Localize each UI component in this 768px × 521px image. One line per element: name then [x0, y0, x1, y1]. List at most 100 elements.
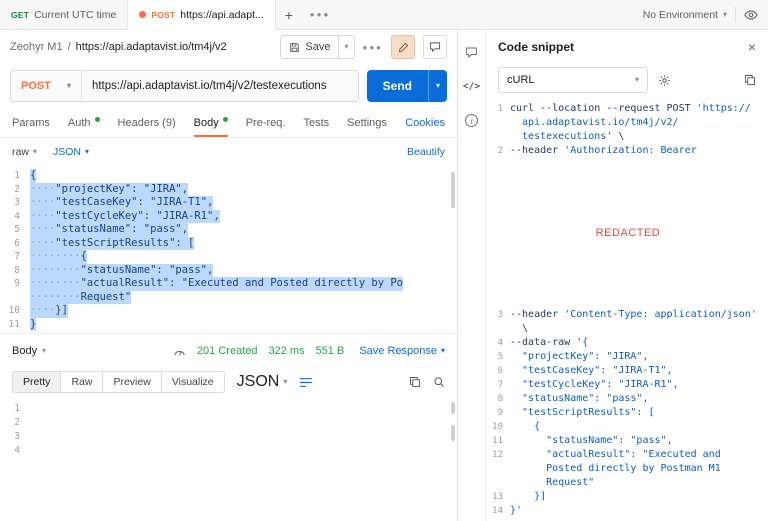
save-button[interactable]: Save ▾ [280, 35, 354, 59]
line-number: 4 [492, 336, 510, 350]
response-time[interactable]: 322 ms [268, 345, 304, 357]
chevron-down-icon: ▾ [436, 82, 440, 90]
response-tab-pretty[interactable]: Pretty [13, 372, 60, 392]
environment-selector[interactable]: No Environment ▾ [643, 9, 727, 21]
response-scrollbar-mark[interactable] [451, 425, 455, 441]
new-tab-button[interactable]: + [276, 0, 302, 29]
body-language-dropdown[interactable]: JSON ▾ [53, 146, 89, 158]
line-number [492, 322, 510, 336]
response-tab-raw[interactable]: Raw [60, 372, 102, 392]
line-number: 8 [492, 392, 510, 406]
beautify-link[interactable]: Beautify [407, 146, 445, 158]
line-text: "statusName": "pass", [510, 434, 673, 448]
line-number: 7 [0, 250, 30, 264]
language-selector[interactable]: cURL ▾ [498, 67, 648, 93]
snippet-settings-gear-icon[interactable] [658, 74, 671, 87]
request-tab-get-utc[interactable]: GET Current UTC time [0, 0, 128, 29]
code-line: testexecutions' \ [492, 130, 764, 144]
wrap-lines-icon[interactable] [299, 377, 313, 388]
response-tab-visualize[interactable]: Visualize [161, 372, 224, 392]
save-response-dropdown[interactable]: Save Response ▾ [359, 345, 445, 357]
info-icon[interactable]: i [465, 114, 478, 127]
code-icon[interactable]: </> [463, 81, 480, 92]
send-button[interactable]: Send ▾ [367, 70, 447, 102]
line-number: 10 [0, 304, 30, 318]
line-text: ····"testCaseKey": "JIRA-T1", [30, 196, 213, 210]
editor-line: 4····"testCycleKey": "JIRA-R1", [0, 210, 457, 224]
cookies-link[interactable]: Cookies [405, 117, 445, 129]
line-text: --header 'Content-Type: application/json… [510, 308, 757, 322]
code-snippet-body[interactable]: 1curl --location --request POST 'https:/… [486, 96, 768, 521]
editor-line: 2····"projectKey": "JIRA", [0, 183, 457, 197]
request-pane: Zeohyr M1 / https://api.adaptavist.io/tm… [0, 30, 458, 521]
response-format-dropdown[interactable]: JSON ▾ [237, 373, 288, 391]
comments-icon[interactable] [465, 46, 478, 59]
response-view-segmented-control: PrettyRawPreviewVisualize [12, 371, 225, 393]
line-text: "testCycleKey": "JIRA-R1", [510, 378, 679, 392]
line-number: 12 [492, 448, 510, 462]
code-line: 8 "statusName": "pass", [492, 392, 764, 406]
response-tab-preview[interactable]: Preview [102, 372, 160, 392]
response-header: Body ▾ 201 Created 322 ms 551 B Save Res… [0, 333, 457, 367]
comments-panel-toggle[interactable] [423, 35, 447, 59]
search-response-icon[interactable] [433, 376, 445, 388]
request-tab-settings[interactable]: Settings [347, 108, 387, 137]
response-lines: 1234 [0, 402, 457, 458]
breadcrumb-row: Zeohyr M1 / https://api.adaptavist.io/tm… [0, 30, 457, 64]
line-number: 13 [492, 490, 510, 504]
line-text: Posted directly by Postman M1 [510, 462, 721, 476]
breadcrumb-collection[interactable]: Zeohyr M1 [10, 41, 63, 53]
url-builder-row: POST ▾ https://api.adaptavist.io/tm4j/v2… [0, 64, 457, 108]
body-toolbar: raw ▾ JSON ▾ Beautify [0, 138, 457, 166]
breadcrumb[interactable]: Zeohyr M1 / https://api.adaptavist.io/tm… [10, 41, 227, 53]
close-icon[interactable]: × [748, 40, 756, 54]
more-actions-button[interactable]: ●●● [363, 43, 384, 52]
request-tab-params[interactable]: Params [12, 108, 50, 137]
response-body-dropdown[interactable]: Body ▾ [12, 345, 46, 357]
line-text: ····"testScriptResults": [ [30, 237, 194, 251]
response-meta: 201 Created 322 ms 551 B Save Response ▾ [173, 345, 445, 357]
response-scrollbar[interactable] [451, 402, 455, 414]
network-gauge-icon[interactable] [173, 345, 186, 356]
copy-response-icon[interactable] [409, 376, 421, 388]
copy-snippet-icon[interactable] [744, 74, 756, 86]
request-tab-auth[interactable]: Auth [68, 108, 100, 137]
request-body-editor[interactable]: 1{2····"projectKey": "JIRA",3····"testCa… [0, 166, 457, 333]
topbar-right: No Environment ▾ [643, 0, 768, 29]
line-number: 5 [492, 350, 510, 364]
tab-title: Current UTC time [34, 9, 116, 21]
url-input[interactable]: https://api.adaptavist.io/tm4j/v2/testex… [82, 71, 337, 101]
request-tab-pre-req-[interactable]: Pre-req. [246, 108, 286, 137]
line-text: { [30, 169, 36, 183]
response-size[interactable]: 551 B [316, 345, 345, 357]
body-mode-dropdown[interactable]: raw ▾ [12, 146, 37, 158]
line-text: \ [510, 322, 528, 336]
code-line: 11 "statusName": "pass", [492, 434, 764, 448]
response-body-viewer[interactable]: 1234 [0, 397, 457, 521]
request-tab-body[interactable]: Body [194, 108, 228, 137]
line-number: 10 [492, 420, 510, 434]
editor-scrollbar[interactable] [451, 172, 455, 208]
request-tab-headers-9-[interactable]: Headers (9) [118, 108, 176, 137]
response-status-badge[interactable]: 201 Created [197, 345, 258, 357]
request-tab-post-active[interactable]: POST https://api.adapt... [128, 0, 275, 29]
tab-options-button[interactable]: ●●● [302, 0, 339, 29]
send-options-button[interactable]: ▾ [428, 70, 447, 102]
method-chip-post: POST [151, 10, 175, 20]
line-text: "projectKey": "JIRA", [510, 350, 648, 364]
panel-title: Code snippet [498, 40, 574, 54]
environment-quick-look-eye-icon[interactable] [744, 8, 758, 22]
code-line: 4--data-raw '{ [492, 336, 764, 350]
request-tab-bar: GET Current UTC time POST https://api.ad… [0, 0, 768, 30]
request-tab-tests[interactable]: Tests [303, 108, 329, 137]
line-text: { [510, 420, 540, 434]
line-number: 14 [492, 504, 510, 518]
method-selector[interactable]: POST ▾ [11, 71, 82, 101]
code-line: api.adaptavist.io/tm4j/v2/ [492, 116, 764, 130]
edit-panel-toggle[interactable] [391, 35, 415, 59]
line-text: ········Request" [30, 291, 131, 305]
editor-line: 6····"testScriptResults": [ [0, 237, 457, 251]
line-number: 9 [492, 406, 510, 420]
breadcrumb-request-name[interactable]: https://api.adaptavist.io/tm4j/v2 [76, 41, 227, 53]
save-options-button[interactable]: ▾ [339, 36, 353, 58]
